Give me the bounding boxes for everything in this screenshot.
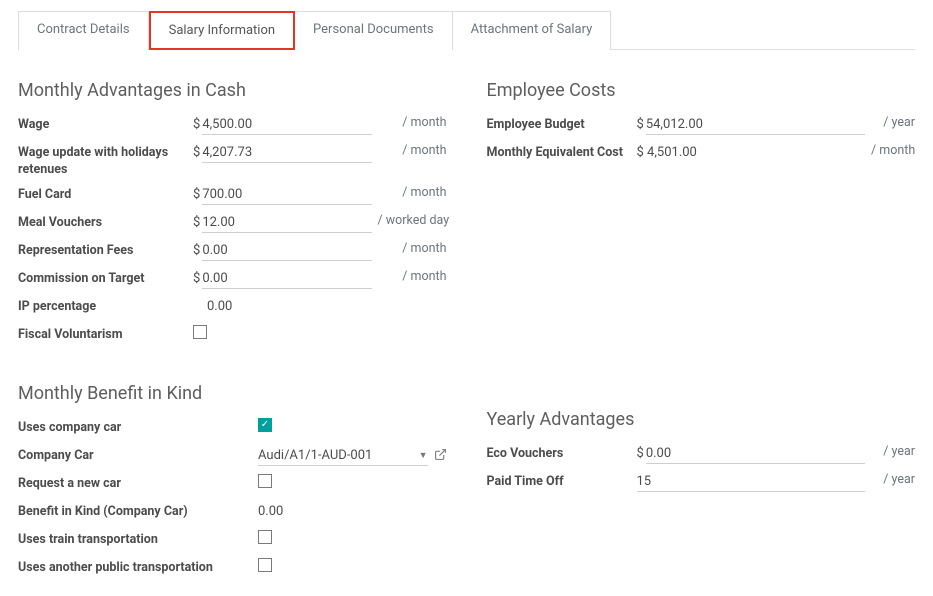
label-request-new-car: Request a new car [18,474,258,493]
label-monthly-equivalent: Monthly Equivalent Cost [487,143,637,162]
unit-month: / month [372,269,447,284]
section-heading-costs: Employee Costs [487,80,916,101]
input-wage-update[interactable] [202,143,371,163]
checkbox-uses-other-public[interactable] [258,558,272,572]
tab-attachment-of-salary[interactable]: Attachment of Salary [453,11,612,50]
input-eco-vouchers[interactable] [646,444,865,464]
label-meal-vouchers: Meal Vouchers [18,213,193,232]
unit-year: / year [865,472,915,487]
section-heading-cash: Monthly Advantages in Cash [18,80,447,101]
label-wage: Wage [18,115,193,134]
value-ip-percentage: 0.00 [193,297,372,316]
unit-year: / year [865,115,915,130]
unit-month: / month [372,143,447,158]
input-paid-time-off[interactable] [637,472,866,492]
label-eco-vouchers: Eco Vouchers [487,444,637,463]
unit-worked-day: / worked day [372,213,447,228]
tab-bar: Contract Details Salary Information Pers… [18,10,915,50]
section-heading-yearly: Yearly Advantages [487,409,916,430]
label-bik-company-car: Benefit in Kind (Company Car) [18,502,258,521]
label-wage-update: Wage update with holidays retenues [18,143,193,179]
currency-prefix: $ [193,187,200,203]
select-company-car-value: Audi/A1/1-AUD-001 [258,446,415,465]
unit-month: / month [372,241,447,256]
input-meal-vouchers[interactable] [202,213,371,233]
input-representation-fees[interactable] [202,241,371,261]
input-wage[interactable] [202,115,371,135]
unit-month: / month [372,185,447,200]
currency-prefix: $ [193,145,200,161]
currency-prefix: $ [193,117,200,133]
label-uses-company-car: Uses company car [18,418,258,437]
label-employee-budget: Employee Budget [487,115,637,134]
label-company-car: Company Car [18,446,258,465]
caret-down-icon[interactable]: ▼ [419,450,428,461]
value-monthly-equivalent: $ 4,501.00 [637,143,866,162]
input-commission-target[interactable] [202,269,371,289]
label-paid-time-off: Paid Time Off [487,472,637,491]
select-company-car[interactable]: Audi/A1/1-AUD-001 ▼ [258,446,428,466]
label-representation-fees: Representation Fees [18,241,193,260]
unit-month: / month [865,143,915,158]
input-employee-budget[interactable] [646,115,865,135]
external-link-icon[interactable] [434,448,447,464]
label-fiscal-voluntarism: Fiscal Voluntarism [18,325,193,344]
currency-prefix: $ [193,271,200,287]
label-fuel-card: Fuel Card [18,185,193,204]
checkbox-fiscal-voluntarism[interactable] [193,325,207,339]
label-ip-percentage: IP percentage [18,297,193,316]
label-commission-target: Commission on Target [18,269,193,288]
currency-prefix: $ [193,215,200,231]
unit-year: / year [865,444,915,459]
currency-prefix: $ [637,446,644,462]
currency-prefix: $ [637,117,644,133]
label-uses-train: Uses train transportation [18,530,258,549]
checkbox-request-new-car[interactable] [258,474,272,488]
label-uses-other-public: Uses another public transportation [18,558,258,577]
checkbox-uses-train[interactable] [258,530,272,544]
tab-personal-documents[interactable]: Personal Documents [295,11,453,50]
unit-month: / month [372,115,447,130]
checkbox-uses-company-car[interactable] [258,418,272,432]
section-heading-benefit: Monthly Benefit in Kind [18,383,447,404]
value-bik-company-car: 0.00 [258,502,447,521]
tab-contract-details[interactable]: Contract Details [18,11,149,50]
currency-prefix: $ [193,243,200,259]
tab-salary-information[interactable]: Salary Information [149,11,295,50]
input-fuel-card[interactable] [202,185,371,205]
